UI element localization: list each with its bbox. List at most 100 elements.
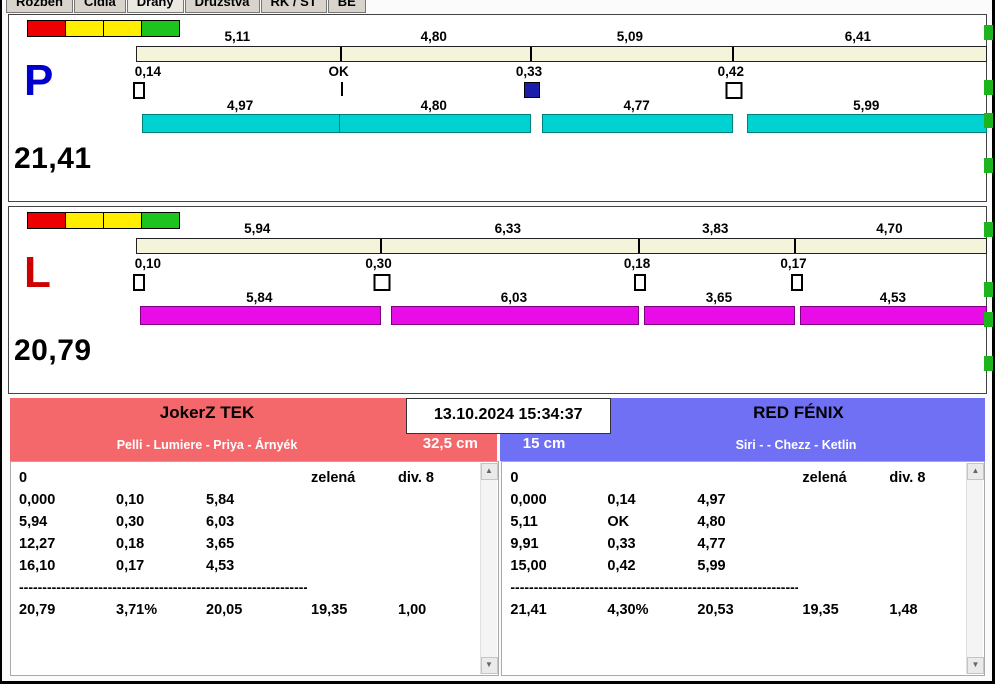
result-cell: div. 8	[889, 470, 926, 486]
clean-time: 4,77	[623, 98, 650, 113]
result-cell	[311, 489, 398, 511]
scroll-down-button[interactable]: ▼	[967, 657, 984, 674]
result-cell: 9,91	[510, 536, 539, 552]
tab-be[interactable]: BE	[327, 0, 366, 13]
crossing-marker-open	[373, 274, 391, 291]
crossing-marker-bar	[133, 274, 146, 291]
lane-timeline: 5,11 4,80 5,09 6,41 0,14 OK 0,33 0,42 4,97 4,80…	[133, 29, 987, 189]
result-cell: 0,17	[116, 558, 145, 574]
clean-time-bar	[338, 114, 531, 133]
edge-marker-green	[984, 113, 993, 128]
scroll-up-button[interactable]: ▲	[967, 463, 984, 480]
clean-time: 3,65	[705, 290, 733, 305]
split-track-bar	[136, 238, 987, 254]
results-table: 0 zelená div. 8 0,000 0,14 4,97 5,11 OK 4,80 9,91…	[502, 462, 984, 623]
tab-rk-st[interactable]: RK / ST	[260, 0, 327, 13]
crossing-markers	[133, 273, 985, 291]
result-row: 5,94 0,30 6,03	[19, 511, 498, 533]
result-row: 0,000 0,10 5,84	[19, 489, 498, 511]
split-divider	[638, 239, 641, 253]
scroll-down-button[interactable]: ▼	[480, 657, 498, 674]
result-cell	[311, 533, 398, 555]
tab-drahy[interactable]: Dráhy	[126, 0, 184, 13]
tab-label: Dráhy	[136, 0, 174, 9]
results-scrollbar[interactable]: ▲ ▼	[479, 463, 498, 674]
summary-cell: 19,35	[802, 602, 839, 618]
crossing-marker-bar	[790, 274, 803, 291]
tab-label: BE	[337, 0, 356, 9]
edge-marker-green	[984, 222, 993, 237]
split-divider	[794, 239, 797, 253]
result-cell: 5,94	[19, 514, 48, 530]
clean-time-bar	[542, 114, 734, 133]
split-time: 6,41	[844, 29, 872, 44]
scoreboard-header: JokerZ TEK Pelli - Lumiere - Priya - Árn…	[10, 398, 985, 461]
scroll-up-button[interactable]: ▲	[480, 463, 498, 480]
result-row: 5,11 OK 4,80	[510, 511, 984, 533]
status-light	[27, 212, 66, 229]
summary-row: 20,79 3,71% 20,05 19,35 1,00	[19, 597, 498, 623]
results-tables: 0 zelená div. 8 0,000 0,10 5,84 5,94 0,30 6,03 12…	[10, 461, 985, 676]
team-right-jump-height: 15 cm	[522, 435, 566, 452]
crossing-marker-bar	[133, 82, 146, 99]
tab-cidla[interactable]: Čidla	[73, 0, 126, 13]
split-time: 6,33	[494, 221, 521, 236]
scroll-down-icon: ▼	[971, 660, 980, 669]
scoreboard: JokerZ TEK Pelli - Lumiere - Priya - Árn…	[10, 398, 985, 678]
result-cell	[697, 467, 802, 489]
lane-total-time: 20,79	[14, 334, 92, 367]
tab-label: Družstvá	[194, 0, 250, 9]
lane-panel-l: L 5,94 6,33 3,83 4,70 0,10 0,30 0,18 0,17 5,84…	[8, 206, 988, 394]
clean-time-bars	[136, 114, 987, 133]
result-cell	[607, 467, 697, 489]
crossing-marker-filled	[524, 82, 541, 98]
tab-rozbeh[interactable]: Rozbeh	[6, 0, 73, 13]
summary-cell: 20,79	[19, 602, 56, 618]
crossing-time: 0,10	[134, 256, 162, 271]
status-light	[65, 20, 104, 37]
result-row: 16,10 0,17 4,53	[19, 555, 498, 577]
crossing-marker-open	[725, 82, 743, 99]
team-left-results-panel: 0 zelená div. 8 0,000 0,10 5,84 5,94 0,30 6,03 12…	[10, 461, 499, 676]
team-left-jump-height: 32,5 cm	[422, 435, 478, 452]
result-cell: 0,10	[116, 492, 145, 508]
crossing-markers	[133, 81, 985, 99]
split-divider	[339, 47, 342, 61]
tab-druzstva[interactable]: Družstvá	[184, 0, 260, 13]
result-cell	[802, 555, 889, 577]
clean-time: 6,03	[500, 290, 528, 305]
result-cell	[116, 467, 206, 489]
split-track-bar	[136, 46, 987, 62]
result-row: 9,91 0,33 4,77	[510, 533, 984, 555]
crossing-time-labels: 0,14 OK 0,33 0,42	[135, 64, 985, 79]
result-cell: 5,11	[510, 514, 538, 530]
team-right-dogs: Siri - - Chezz - Ketlin	[735, 438, 857, 452]
split-divider	[731, 47, 734, 61]
crossing-time: 0,42	[717, 64, 744, 79]
clean-time-bar	[800, 306, 988, 325]
split-time: 5,11	[224, 29, 251, 44]
summary-cell: 20,53	[697, 602, 734, 618]
crossing-marker-tick	[341, 82, 344, 96]
result-row: 0 zelená div. 8	[19, 467, 498, 489]
edge-marker-green	[984, 80, 993, 95]
separator-line: ----------------------------------------…	[19, 579, 307, 595]
result-cell	[311, 511, 398, 533]
lane-panel-p: P 5,11 4,80 5,09 6,41 0,14 OK 0,33 0,42 4,97 4,…	[8, 14, 987, 202]
result-cell: 4,77	[697, 536, 726, 552]
status-light	[27, 20, 66, 37]
results-scrollbar[interactable]: ▲ ▼	[966, 463, 984, 674]
team-left-dogs: Pelli - Lumiere - Priya - Árnyék	[116, 438, 298, 452]
team-right-results-panel: 0 zelená div. 8 0,000 0,14 4,97 5,11 OK 4,80 9,91…	[501, 461, 985, 676]
split-time: 5,09	[616, 29, 644, 44]
result-cell	[311, 555, 398, 577]
clean-time-labels: 4,97 4,80 4,77 5,99	[136, 98, 985, 113]
result-cell	[802, 489, 889, 511]
crossing-time: 0,18	[623, 256, 651, 271]
split-time: 5,94	[244, 221, 271, 236]
result-cell: div. 8	[398, 470, 434, 486]
clean-time: 4,53	[879, 290, 907, 305]
split-divider	[529, 47, 532, 61]
crossing-marker-bar	[634, 274, 647, 291]
result-row: 0,000 0,14 4,97	[510, 489, 984, 511]
